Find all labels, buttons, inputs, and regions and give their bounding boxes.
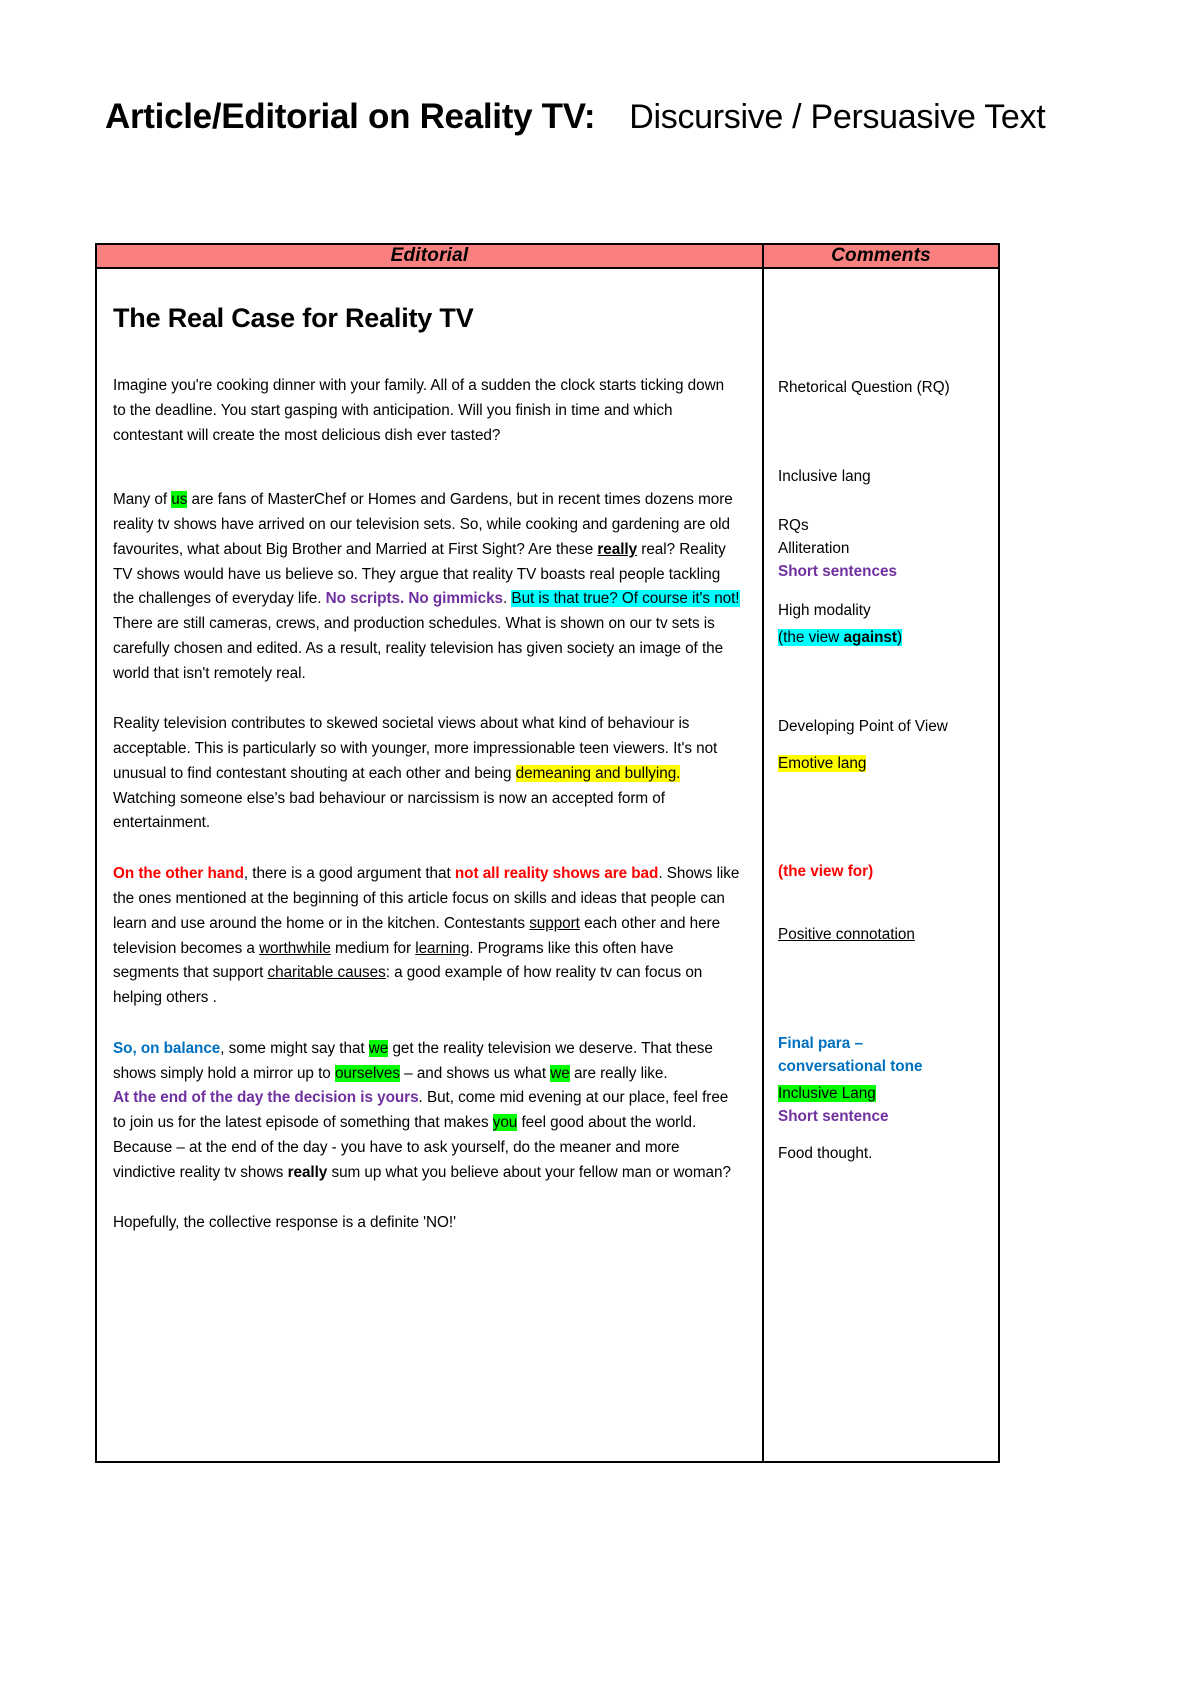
page-title: Article/Editorial on Reality TV: Discursi… — [0, 0, 1200, 140]
highlight-we-1: we — [368, 1039, 389, 1057]
comment-short-sentences: Short sentences — [778, 562, 898, 580]
comment-developing-pov: Developing Point of View — [778, 717, 948, 735]
column-header-editorial: Editorial — [95, 243, 764, 269]
comment-alliteration: Alliteration — [778, 539, 850, 557]
underline-support: support — [529, 914, 580, 932]
comment-food-thought: Food thought. — [778, 1145, 873, 1163]
view-against-keyword: against — [843, 628, 898, 646]
comment-emotive-lang: Emotive lang — [778, 753, 988, 776]
highlight-we-2: we — [550, 1064, 570, 1082]
highlight-demeaning-bullying: demeaning and bullying. — [515, 764, 681, 782]
article-heading: The Real Case for Reality TV — [113, 303, 474, 333]
table-body-row: The Real Case for Reality TV Imagine you… — [95, 267, 1000, 1463]
page-title-main: Article/Editorial on Reality TV: — [105, 97, 596, 136]
paragraph-6: At the end of the day the decision is yo… — [113, 1086, 740, 1185]
document-page: Article/Editorial on Reality TV: Discursi… — [0, 0, 1200, 1698]
p4-text-4: medium for — [330, 939, 416, 957]
blue-so-on-balance: So, on balance — [113, 1039, 221, 1057]
highlight-emotive-lang: Emotive lang — [778, 754, 867, 772]
paragraph-4: On the other hand, there is a good argum… — [113, 862, 740, 1011]
comment-inclusive-lang: Inclusive lang — [778, 467, 871, 485]
p2-text-1: Many of — [113, 491, 172, 509]
p2-text-5: There are still cameras, crews, and prod… — [113, 615, 724, 682]
comment-short-sentence: Short sentence — [778, 1108, 889, 1126]
comment-high-modality: High modality — [778, 601, 871, 619]
comment-rqs: RQs — [778, 516, 809, 534]
purple-no-scripts: No scripts. No gimmicks — [325, 590, 504, 608]
bold-really: really — [287, 1163, 328, 1181]
highlight-rhetorical-claim: But is that true? Of course it's not! — [511, 590, 740, 608]
column-header-comments: Comments — [762, 243, 1000, 269]
p5-text-3: – and shows us what — [399, 1064, 551, 1082]
underline-learning: learning — [415, 939, 470, 957]
purple-end-of-day: At the end of the day the decision is yo… — [113, 1089, 419, 1107]
comments-cell: Rhetorical Question (RQ) Inclusive lang … — [762, 267, 1000, 1463]
emphasis-really: really — [597, 540, 638, 558]
comment-view-for: (the view for) — [778, 863, 874, 881]
view-against-prefix: (the view — [778, 628, 844, 646]
red-not-all-bad: not all reality shows are bad — [454, 865, 659, 883]
editorial-cell: The Real Case for Reality TV Imagine you… — [95, 267, 764, 1463]
p5-text-1: , some might say that — [220, 1039, 369, 1057]
paragraph-1: Imagine you're cooking dinner with your … — [113, 377, 725, 444]
paragraph-5: So, on balance, some might say that we g… — [113, 1037, 740, 1087]
highlight-inclusive-lang: Inclusive Lang — [778, 1085, 876, 1103]
underline-charitable-causes: charitable causes — [267, 964, 386, 982]
table-header-row: Editorial Comments — [95, 243, 1000, 269]
p5-text-4: are really like. — [569, 1064, 668, 1082]
underline-worthwhile: worthwhile — [259, 939, 331, 957]
paragraph-3: Reality television contributes to skewed… — [113, 712, 740, 836]
paragraph-2: Many of us are fans of MasterChef or Hom… — [113, 488, 740, 686]
p6-text-3: sum up what you believe about your fello… — [327, 1163, 731, 1181]
editorial-comments-table: Editorial Comments The Real Case for Rea… — [95, 243, 1000, 1463]
p4-text-1: , there is a good argument that — [243, 865, 455, 883]
comment-final-para-line2: conversational tone — [778, 1058, 923, 1076]
page-title-subtitle: Discursive / Persuasive Text — [629, 98, 1046, 136]
paragraph-7: Hopefully, the collective response is a … — [113, 1214, 456, 1232]
comment-positive-connotation: Positive connotation — [778, 926, 915, 944]
red-on-the-other-hand: On the other hand — [113, 865, 244, 883]
highlight-ourselves: ourselves — [334, 1064, 400, 1082]
comment-inclusive-lang-2: Inclusive Lang — [778, 1083, 988, 1106]
view-against-suffix: ) — [897, 628, 903, 646]
highlight-us: us — [171, 491, 188, 509]
highlight-you: you — [492, 1114, 518, 1132]
p3-text-2: Watching someone else's bad behaviour or… — [113, 789, 665, 832]
highlight-view-against: (the view against) — [778, 628, 903, 646]
comment-view-against: (the view against) — [778, 627, 988, 650]
comment-final-para-line1: Final para – — [778, 1035, 864, 1053]
comment-rhetorical-question: Rhetorical Question (RQ) — [778, 379, 950, 396]
